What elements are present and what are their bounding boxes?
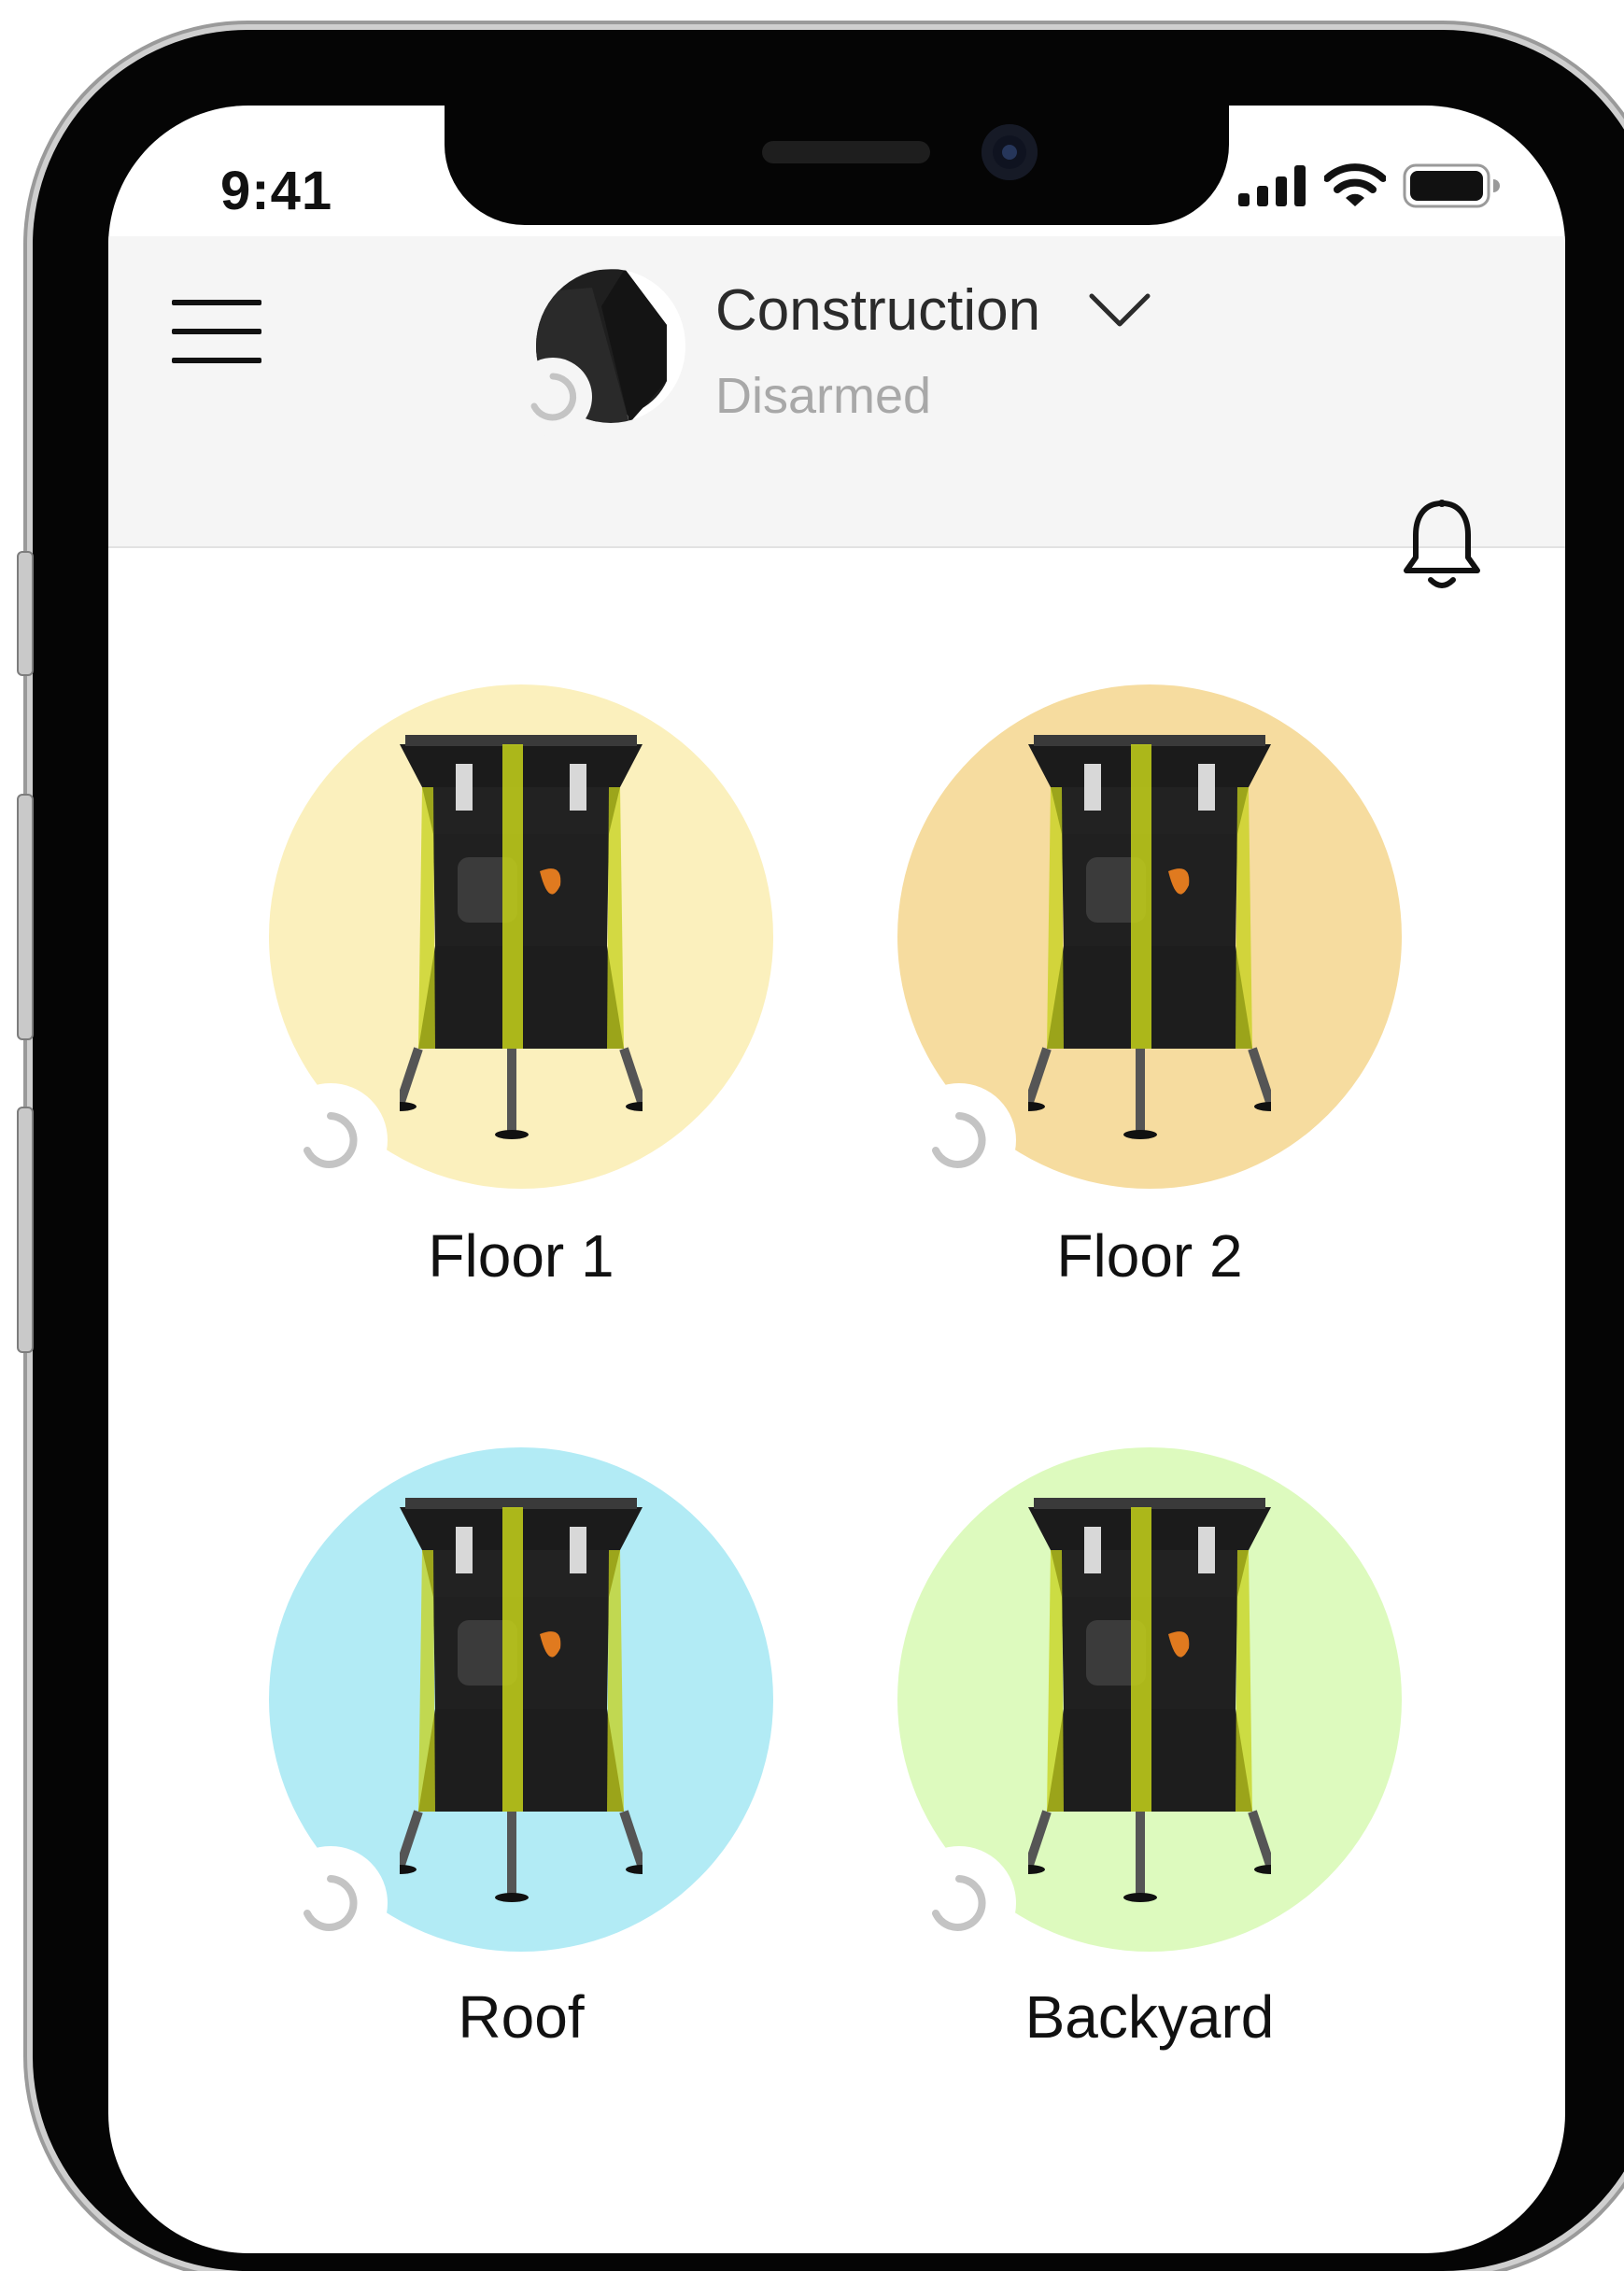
battery-icon [1403,163,1500,208]
spinner-icon [902,1083,1016,1197]
cellular-signal-icon [1238,165,1306,206]
status-icons [1238,163,1500,208]
spinner-icon [274,1846,388,1960]
hamburger-icon[interactable] [172,300,261,365]
group-label: Roof [458,1983,585,2051]
wifi-icon [1324,163,1386,206]
site-arming-status: Disarmed [715,368,932,424]
chevron-down-icon[interactable] [1089,292,1151,330]
group-label: Floor 1 [428,1222,614,1290]
group-label: Backyard [1024,1983,1275,2051]
group-tile-backyard[interactable] [897,1447,1402,1960]
security-tower-icon [400,1498,643,1902]
status-time: 9:41 [220,161,333,221]
site-name[interactable]: Construction [715,277,1040,344]
silent-switch [17,551,34,676]
group-tile-floor-2[interactable] [897,684,1402,1197]
group-tile-floor-1[interactable] [269,684,773,1197]
security-tower-icon [400,735,643,1139]
earpiece-speaker [762,141,930,163]
spinner-icon [274,1083,388,1197]
front-camera [981,124,1038,180]
volume-down-button [17,1107,34,1353]
security-tower-icon [1028,735,1271,1139]
spinner-icon [514,358,592,436]
group-tile-roof[interactable] [269,1447,773,1960]
group-label: Floor 2 [1056,1222,1243,1290]
security-tower-icon [1028,1498,1271,1902]
camera-notch [445,106,1229,225]
volume-up-button [17,794,34,1040]
app-screen: 9:41 Construction Disarmed Floor 1 Floor… [108,106,1565,2253]
spinner-icon [902,1846,1016,1960]
bell-icon[interactable] [1403,498,1481,591]
